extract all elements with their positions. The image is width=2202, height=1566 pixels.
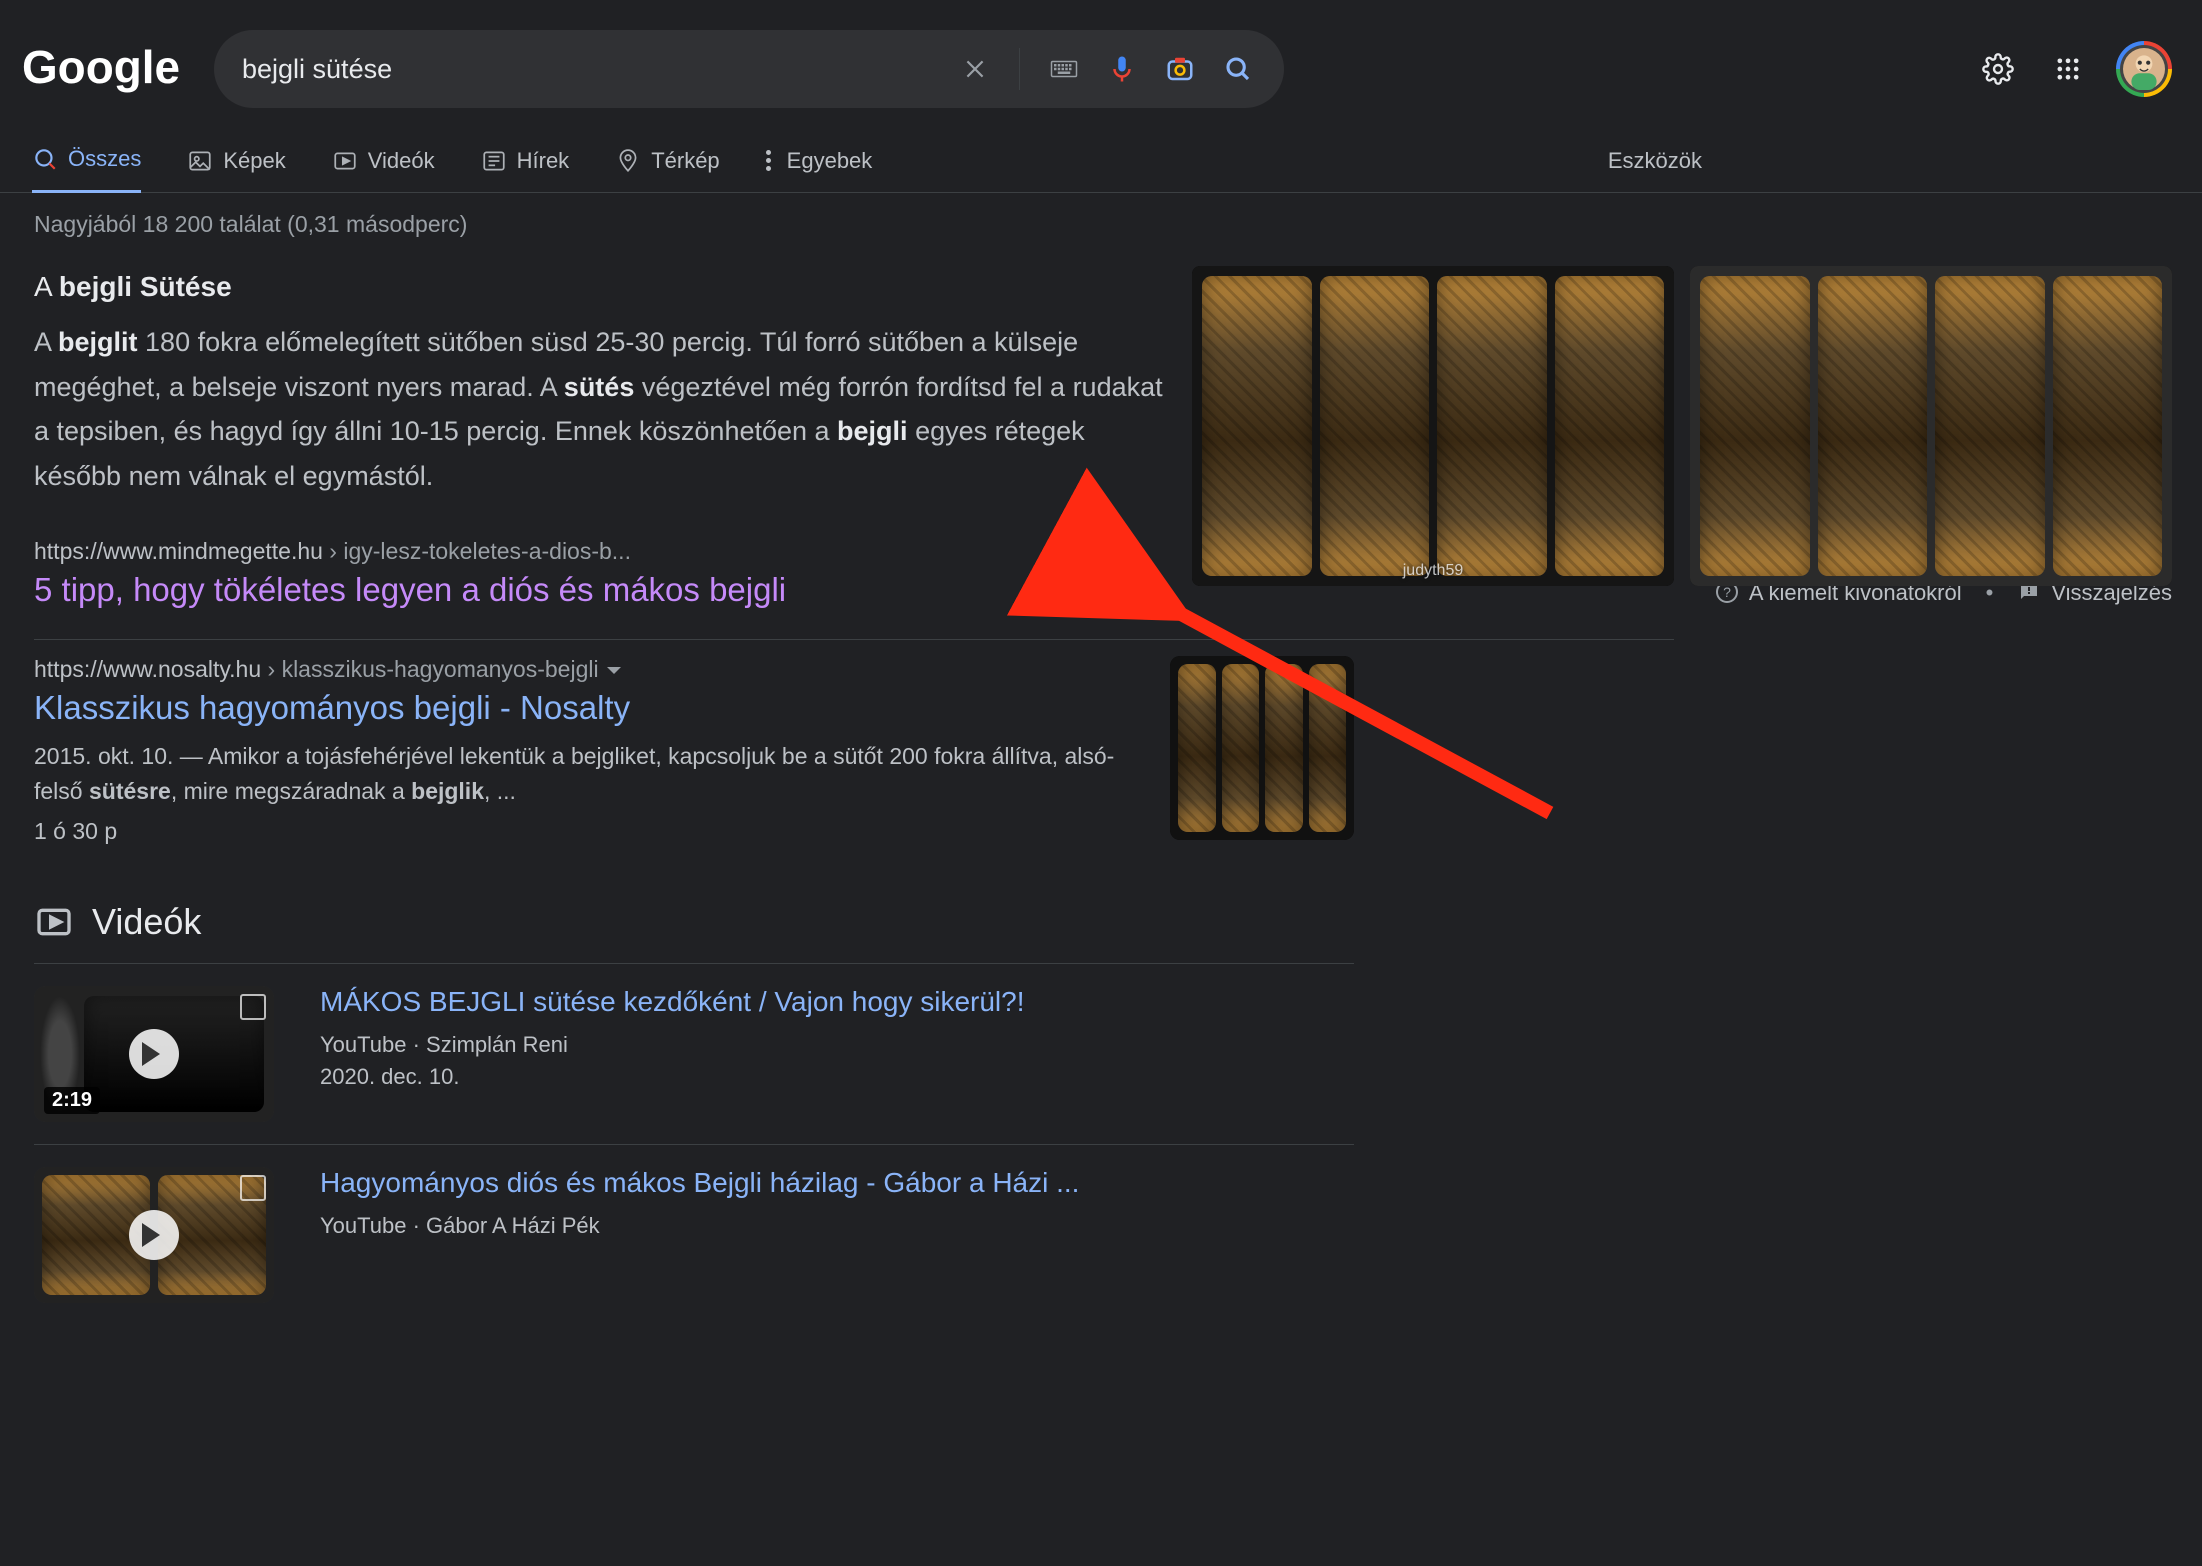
result-url[interactable]: https://www.nosalty.hu › klasszikus-hagy… bbox=[34, 656, 1130, 683]
url-caret-icon[interactable] bbox=[607, 667, 621, 681]
expand-icon bbox=[240, 1175, 266, 1201]
tab-maps[interactable]: Térkép bbox=[615, 148, 719, 192]
result-stats: Nagyjából 18 200 találat (0,31 másodperc… bbox=[34, 211, 2172, 238]
play-icon bbox=[129, 1210, 179, 1260]
play-icon bbox=[129, 1029, 179, 1079]
camera-search-icon[interactable] bbox=[1160, 49, 1200, 89]
featured-snippet: A bejgli Sütése A bejglit 180 fokra előm… bbox=[34, 266, 2172, 609]
tab-videos[interactable]: Videók bbox=[332, 148, 435, 192]
video-title[interactable]: Hagyományos diós és mákos Bejgli házilag… bbox=[320, 1167, 1079, 1199]
expand-icon bbox=[240, 994, 266, 1020]
top-bar: Google bejgli sütése bbox=[0, 0, 2202, 108]
result-thumbnail[interactable] bbox=[1170, 656, 1354, 840]
account-avatar[interactable] bbox=[2116, 41, 2172, 97]
keyboard-icon[interactable] bbox=[1044, 49, 1084, 89]
featured-image-2[interactable] bbox=[1690, 266, 2172, 586]
tab-more[interactable]: Egyebek bbox=[766, 148, 873, 192]
google-logo[interactable]: Google bbox=[22, 41, 182, 97]
video-thumbnail[interactable]: 2:19 bbox=[34, 986, 274, 1122]
video-result: Hagyományos diós és mákos Bejgli házilag… bbox=[34, 1144, 1354, 1325]
tab-images[interactable]: Képek bbox=[187, 148, 285, 192]
more-dots-icon bbox=[766, 150, 771, 171]
svg-text:Google: Google bbox=[22, 41, 180, 93]
videos-section-header: Videók bbox=[34, 901, 2172, 943]
clear-icon[interactable] bbox=[955, 49, 995, 89]
voice-search-icon[interactable] bbox=[1102, 49, 1142, 89]
video-thumbnail[interactable] bbox=[34, 1167, 274, 1303]
tab-all[interactable]: Összes bbox=[32, 146, 141, 193]
video-title[interactable]: MÁKOS BEJGLI sütése kezdőként / Vajon ho… bbox=[320, 986, 1025, 1018]
video-source: YouTube · Gábor A Házi Pék bbox=[320, 1213, 1079, 1239]
result-snippet: 2015. okt. 10. — Amikor a tojásfehérjéve… bbox=[34, 739, 1130, 808]
search-box: bejgli sütése bbox=[214, 30, 1284, 108]
video-source: YouTube · Szimplán Reni bbox=[320, 1032, 1025, 1058]
video-duration: 2:19 bbox=[44, 1087, 100, 1114]
search-tabs: Összes Képek Videók Hírek Térkép Egyebek… bbox=[0, 108, 2202, 193]
result-title[interactable]: Klasszikus hagyományos bejgli - Nosalty bbox=[34, 689, 1130, 727]
search-icon[interactable] bbox=[1218, 49, 1258, 89]
featured-source-url[interactable]: https://www.mindmegette.hu › igy-lesz-to… bbox=[34, 538, 1174, 565]
apps-icon[interactable] bbox=[2046, 47, 2090, 91]
search-input[interactable]: bejgli sütése bbox=[240, 30, 937, 108]
search-result: https://www.nosalty.hu › klasszikus-hagy… bbox=[34, 656, 1354, 845]
tab-news[interactable]: Hírek bbox=[481, 148, 570, 192]
video-date: 2020. dec. 10. bbox=[320, 1064, 1025, 1090]
featured-heading: A bejgli Sütése bbox=[34, 266, 1174, 308]
featured-image-1[interactable]: judyth59 bbox=[1192, 266, 1674, 586]
svg-text:?: ? bbox=[1723, 584, 1731, 600]
featured-body: A bejglit 180 fokra előmelegített sütőbe… bbox=[34, 320, 1174, 498]
tab-tools[interactable]: Eszközök bbox=[1608, 148, 1702, 192]
result-meta: 1 ó 30 p bbox=[34, 818, 1130, 845]
featured-source-title[interactable]: 5 tipp, hogy tökéletes legyen a diós és … bbox=[34, 571, 1174, 609]
video-result: 2:19 MÁKOS BEJGLI sütése kezdőként / Vaj… bbox=[34, 963, 1354, 1144]
settings-icon[interactable] bbox=[1976, 47, 2020, 91]
